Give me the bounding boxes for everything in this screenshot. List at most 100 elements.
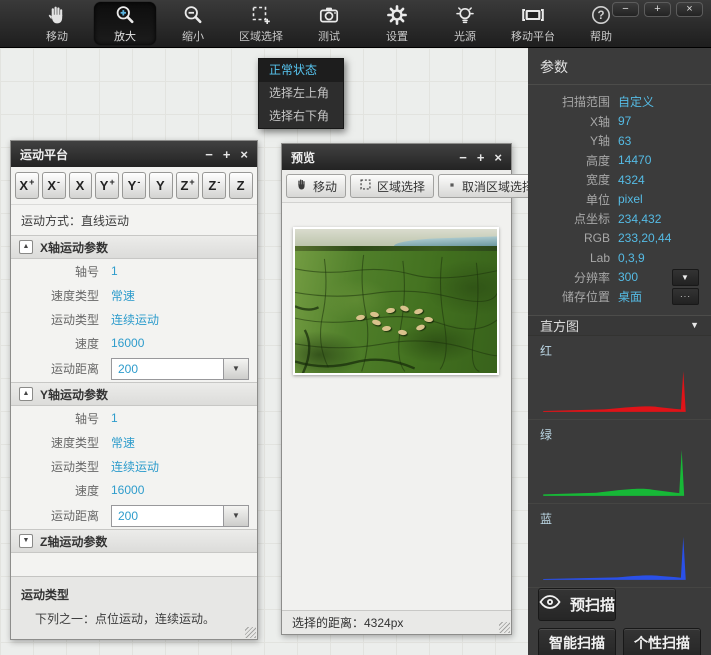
param-row-rgb: RGB 233,20,44 [528,229,711,249]
z-axis-section-header[interactable]: ▼ Z轴运动参数 [11,529,257,553]
row-label: 轴号 [11,410,99,427]
channel-label: 红 [540,342,701,359]
eye-icon [539,595,561,613]
preview-status-bar: 选择的距离：4324px [282,610,511,634]
preview-panel-titlebar: 预览 − + × [282,144,511,170]
panel-title: 运动平台 [20,146,205,163]
camera-icon [318,3,340,27]
row-value[interactable]: 1 [111,264,118,278]
red-histogram-chart [540,362,701,414]
axis-x-minus-button[interactable]: X- [42,172,66,199]
row-value[interactable]: 常速 [111,434,135,451]
tool-label: 区域选择 [239,28,283,44]
select-value: 200 [112,506,223,526]
panel-minimize-button[interactable]: − [205,148,213,161]
param-row-storage: 储存位置 桌面 ··· [528,287,711,307]
button-label: 智能扫描 [549,633,605,653]
custom-scan-button[interactable]: 个性扫描 [623,628,701,655]
collapse-toggle-icon[interactable]: ▲ [19,387,33,401]
collapse-toggle-icon[interactable]: ▲ [19,240,33,254]
tool-light-source[interactable]: 光源 [434,0,496,47]
y-axis-section-header[interactable]: ▲ Y轴运动参数 [11,382,257,406]
param-row-width: 宽度 4324 [528,170,711,190]
histogram-title: 直方图 [540,316,690,335]
param-label: 单位 [528,191,610,208]
storage-browse-button[interactable]: ··· [672,288,699,305]
axis-y-button[interactable]: Y [149,172,173,199]
tool-zoom-in[interactable]: 放大 [94,2,156,45]
preview-move-button[interactable]: 移动 [286,174,346,198]
tool-region-select[interactable]: 区域选择 [230,0,292,47]
param-row: 速度 16000 [11,331,257,355]
param-row: 轴号 1 [11,259,257,283]
select-value: 200 [112,359,223,379]
chevron-down-icon[interactable]: ▼ [223,506,248,526]
window-minimize-button[interactable]: − [612,2,639,17]
resolution-dropdown-button[interactable]: ▼ [672,269,699,286]
selected-distance-text: 选择的距离：4324px [292,614,403,631]
param-value: 234,432 [618,212,661,226]
window-close-button[interactable]: × [676,2,703,17]
histogram-section-header: 直方图 ▼ [528,315,711,336]
button-label: 预扫描 [570,594,615,615]
row-value[interactable]: 16000 [111,483,144,497]
axis-z-button[interactable]: Z [229,172,253,199]
panel-close-button[interactable]: × [240,148,248,161]
preview-body [282,203,511,610]
zoom-out-icon [182,3,204,27]
tool-moving-platform[interactable]: 移动平台 [502,0,564,47]
tool-zoom-out[interactable]: 缩小 [162,0,224,47]
chevron-down-icon[interactable]: ▼ [223,359,248,379]
tool-move[interactable]: 移动 [26,0,88,47]
histogram-blue: 蓝 [528,504,711,588]
row-value[interactable]: 连续运动 [111,311,159,328]
panel-maximize-button[interactable]: + [223,148,231,161]
resize-grip[interactable] [245,627,256,638]
tool-settings[interactable]: 设置 [366,0,428,47]
preview-region-select-button[interactable]: 区域选择 [350,174,434,198]
panel-maximize-button[interactable]: + [477,151,485,164]
row-label: 速度类型 [11,434,99,451]
axis-x-plus-button[interactable]: X+ [15,172,39,199]
prescan-button[interactable]: 预扫描 [538,588,616,621]
parameters-sidebar: 参数 扫描范围 自定义 X轴 97 Y轴 63 高度 14470 宽度 4324 [528,48,711,655]
axis-y-minus-button[interactable]: Y- [122,172,146,199]
axis-x-button[interactable]: X [69,172,93,199]
panel-minimize-button[interactable]: − [459,151,467,164]
axis-z-minus-button[interactable]: Z- [202,172,226,199]
menu-item-normal-state[interactable]: 正常状态 [259,59,343,82]
row-value[interactable]: 常速 [111,287,135,304]
parameters-header: 参数 [528,48,711,85]
main-toolbar: 移动 放大 缩小 区域选择 测试 [0,0,711,48]
row-value[interactable]: 1 [111,411,118,425]
axis-y-plus-button[interactable]: Y+ [95,172,119,199]
menu-item-select-top-left[interactable]: 选择左上角 [259,82,343,105]
window-maximize-button[interactable]: + [644,2,671,17]
axis-z-plus-button[interactable]: Z+ [176,172,200,199]
y-distance-select[interactable]: 200 ▼ [111,505,249,527]
param-value[interactable]: 桌面 [618,288,642,305]
row-label: 运动距离 [11,507,99,524]
param-value[interactable]: 自定义 [618,93,654,110]
menu-item-select-bottom-right[interactable]: 选择右下角 [259,105,343,128]
x-distance-select[interactable]: 200 ▼ [111,358,249,380]
resize-grip[interactable] [499,622,510,633]
panel-close-button[interactable]: × [494,151,502,164]
param-row-scan-range: 扫描范围 自定义 [528,92,711,112]
preview-image-frame[interactable] [293,227,499,375]
collapse-toggle-icon[interactable]: ▼ [19,534,33,548]
tool-test[interactable]: 测试 [298,0,360,47]
chevron-down-icon[interactable]: ▼ [690,320,699,330]
row-value[interactable]: 连续运动 [111,458,159,475]
row-label: 运动距离 [11,360,99,377]
hand-icon [295,178,308,194]
row-label: 运动类型 [11,458,99,475]
section-title: Y轴运动参数 [40,386,108,403]
param-value[interactable]: 300 [618,270,638,284]
smart-scan-button[interactable]: 智能扫描 [538,628,616,655]
row-value[interactable]: 16000 [111,336,144,350]
x-axis-section-header[interactable]: ▲ X轴运动参数 [11,235,257,259]
button-label: 移动 [313,178,337,195]
param-label: 扫描范围 [528,93,610,110]
preview-image [295,229,497,373]
